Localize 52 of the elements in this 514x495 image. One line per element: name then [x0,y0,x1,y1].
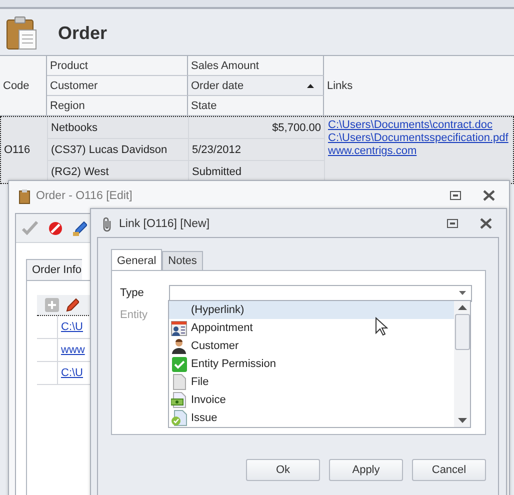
file-icon [172,374,186,390]
tab[interactable]: Notes [162,251,203,270]
dropdown-item[interactable]: File [169,373,454,391]
field-label: Type [120,287,145,299]
pencil-icon[interactable] [73,220,87,236]
dialog-button[interactable]: Ok [246,459,320,481]
tab[interactable]: General [111,249,162,270]
paperclip-icon [101,216,113,232]
tab[interactable]: Order Info [26,259,82,280]
restore-icon[interactable] [447,219,458,228]
mouse-cursor-icon [375,317,388,336]
link[interactable]: www.centrigs.com [328,145,417,158]
person-icon [171,338,187,354]
dropdown-item[interactable]: (Hyperlink) [169,301,454,319]
restore-icon[interactable] [450,191,461,200]
cancel-icon[interactable] [48,220,63,236]
close-icon[interactable] [480,218,492,229]
checkmark-icon [172,356,186,372]
table-cell: Netbooks [48,117,189,139]
table-cell: 5/23/2012 [189,139,325,161]
dialog-button[interactable]: Cancel [412,459,486,481]
table-row[interactable]: O116 Netbooks $5,700.00 (CS37) Lucas Davidson 5/23/2012 (RG2) West Submitted C:\Users\Documents\contract.doc C:\Users\Documentsspecification.pdf www.centrigs.com [0,116,514,184]
close-icon[interactable] [483,190,495,201]
link[interactable]: www [61,344,85,356]
field-label: Entity [120,309,149,321]
dropdown-item[interactable]: Issue [169,409,454,427]
pencil-icon[interactable] [65,298,79,312]
window-title: Link [O116] [New] [119,218,210,230]
link[interactable]: C:\U [61,320,83,334]
checkmark-icon[interactable] [22,221,38,235]
clipboard-icon [6,16,38,50]
dropdown-item[interactable]: Appointment [169,319,454,337]
dropdown-item[interactable]: Customer [169,337,454,355]
link[interactable]: C:\U [61,366,83,380]
link[interactable]: C:\Users\Documentsspecification.pdf [328,132,508,145]
scroll-down-icon[interactable] [458,418,466,423]
table-cell: $5,700.00 [189,117,325,139]
dropdown-item[interactable]: Invoice [169,391,454,409]
page-title: Order [58,22,108,44]
invoice-icon [171,392,187,408]
dropdown-item[interactable]: Entity Permission [169,355,454,373]
scrollbar[interactable] [454,301,470,427]
dialog-button[interactable]: Apply [329,459,403,481]
table-cell: (CS37) Lucas Davidson [48,139,189,161]
window-title: Order - O116 [Edit] [36,190,132,202]
calendar-icon [171,320,187,336]
scroll-up-icon[interactable] [458,305,466,310]
clipboard-icon [19,188,30,204]
column-header[interactable]: Order date [188,76,324,96]
link[interactable]: C:\Users\Documents\contract.doc [328,119,492,132]
column-header[interactable]: Product [47,56,188,76]
sort-ascending-icon [307,84,314,88]
